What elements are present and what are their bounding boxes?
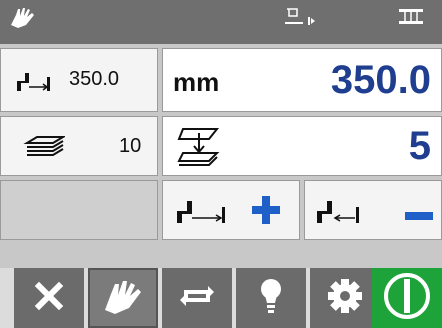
hand-icon — [101, 276, 145, 321]
measure-mode-icon — [283, 7, 323, 32]
cycle-button[interactable] — [162, 268, 232, 328]
plus-icon — [251, 195, 281, 230]
backgauge-back-icon — [315, 197, 367, 232]
backgauge-forward-icon — [175, 197, 227, 232]
close-button[interactable] — [14, 268, 84, 328]
empty-slot — [0, 180, 158, 240]
stack-icon — [23, 133, 67, 168]
length-display[interactable]: mm 350.0 — [162, 48, 442, 112]
power-button[interactable] — [372, 268, 442, 328]
length-unit: mm — [173, 67, 220, 97]
gauge-mode-icon — [396, 6, 426, 33]
stack-count-display[interactable]: 5 — [162, 116, 442, 176]
stack-preset-value: 10 — [119, 135, 142, 157]
length-preset-value: 350.0 — [69, 68, 120, 90]
gear-icon — [326, 277, 364, 320]
stack-count-value: 5 — [408, 124, 431, 168]
length-preset-button[interactable]: 350.0 — [0, 48, 158, 112]
length-value: 350.0 — [330, 58, 431, 102]
bottom-toolbar — [0, 268, 442, 328]
stack-preset-button[interactable]: 10 — [0, 116, 158, 176]
jog-back-button[interactable] — [304, 180, 442, 240]
light-bulb-icon — [258, 277, 284, 320]
manual-mode-button[interactable] — [88, 268, 158, 328]
press-stack-icon — [177, 123, 225, 174]
settings-button[interactable] — [310, 268, 380, 328]
backgauge-icon — [15, 69, 51, 98]
hand-icon — [8, 5, 38, 36]
minus-icon — [405, 207, 433, 225]
jog-forward-button[interactable] — [162, 180, 300, 240]
close-icon — [34, 281, 64, 316]
status-bar — [0, 0, 442, 44]
power-icon — [382, 271, 432, 326]
cycle-icon — [178, 282, 216, 315]
light-button[interactable] — [236, 268, 306, 328]
